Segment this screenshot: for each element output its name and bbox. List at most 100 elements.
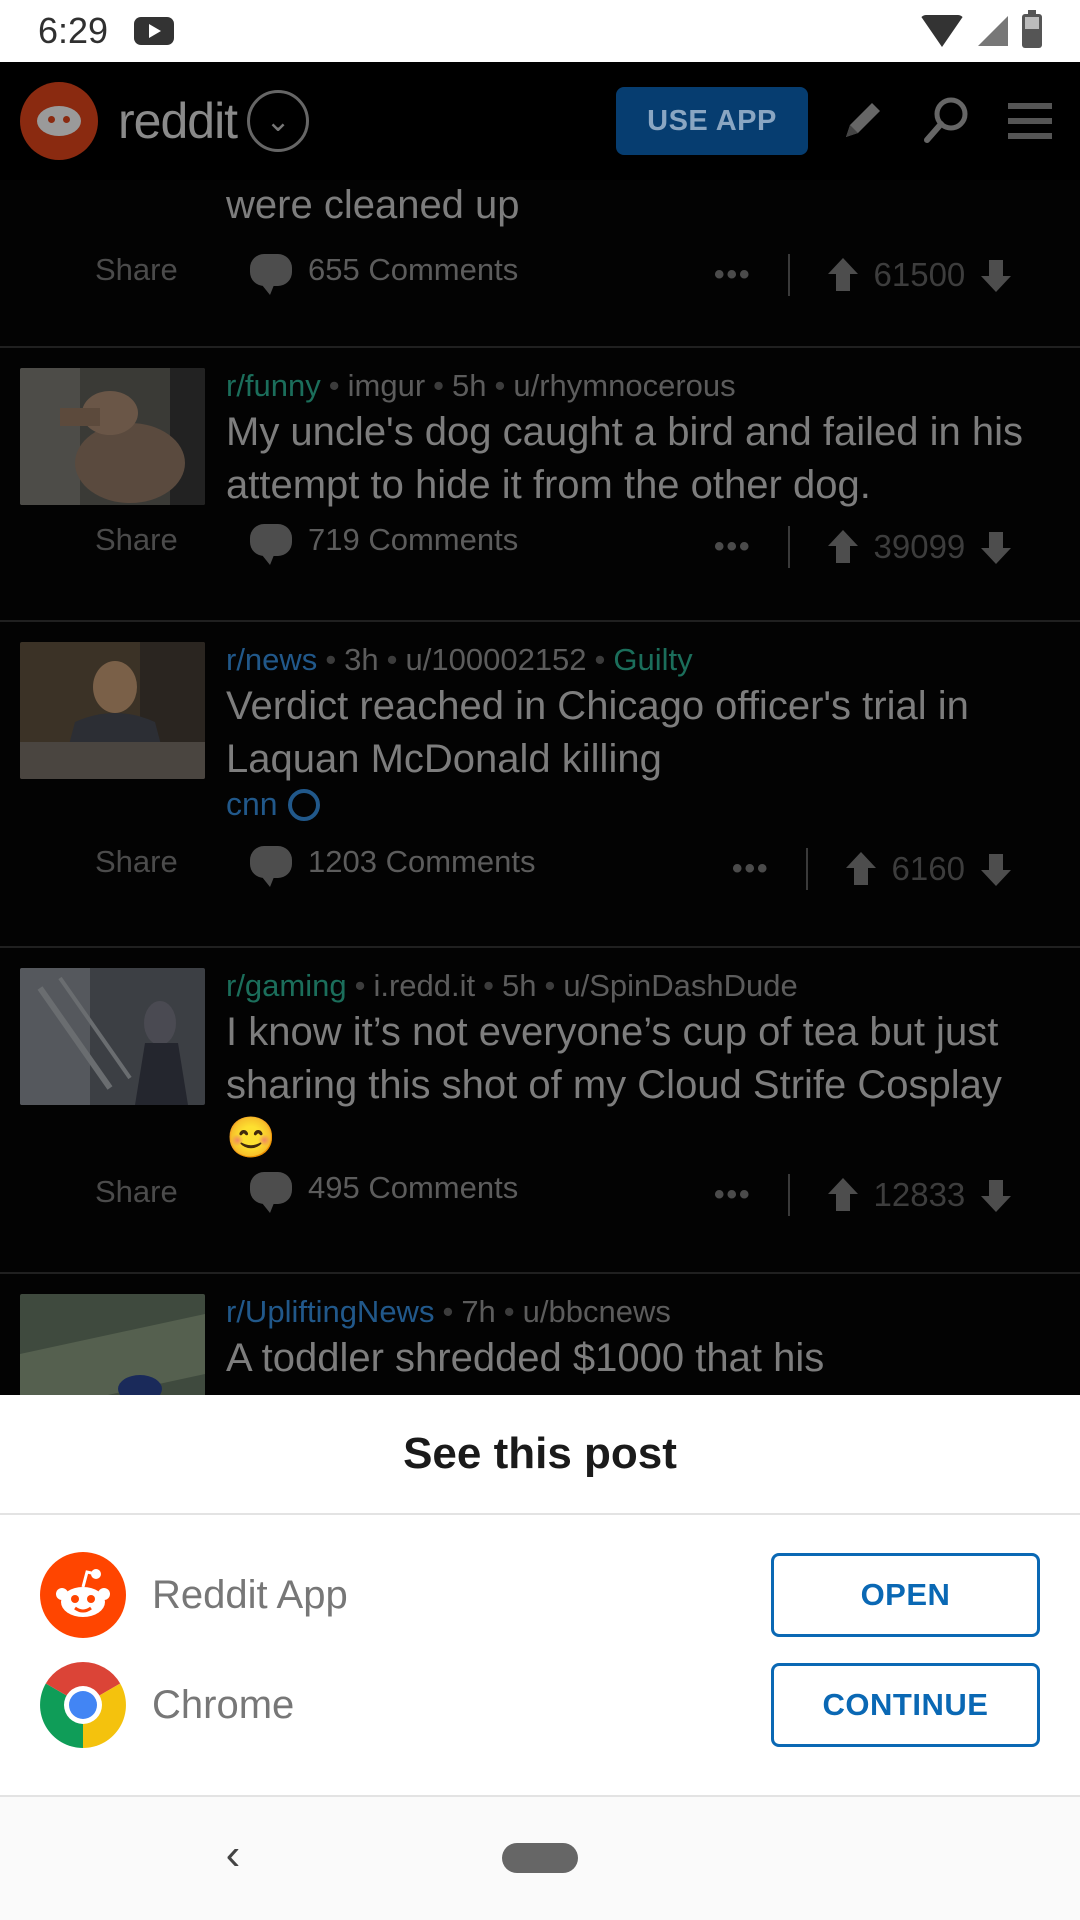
youtube-notification-icon [134, 17, 175, 45]
subreddit-link[interactable]: r/gaming [226, 968, 347, 1003]
post-age: 5h [502, 968, 537, 1003]
post-card[interactable]: r/funny • imgur • 5h • u/rhymnocerous My uncle… [0, 348, 1080, 622]
downvote-icon[interactable] [979, 852, 1013, 886]
home-pill[interactable] [502, 1843, 578, 1873]
share-button[interactable]: Share [95, 1174, 178, 1210]
post-actions: Share 1203 Comments ••• 6160 [0, 844, 1080, 894]
sheet-option-reddit-app[interactable]: Reddit App OPEN [0, 1540, 1080, 1650]
downvote-icon[interactable] [979, 530, 1013, 564]
downvote-icon[interactable] [979, 258, 1013, 292]
external-link[interactable]: cnn [226, 786, 320, 823]
divider [787, 1174, 790, 1216]
vote-controls: ••• 61500 [714, 254, 1013, 296]
use-app-button[interactable]: USE APP [616, 87, 808, 155]
comment-icon [250, 254, 292, 295]
score: 6160 [891, 850, 965, 887]
wifi-icon [920, 15, 964, 47]
comment-icon [250, 524, 292, 565]
post-age: 7h [461, 1294, 496, 1329]
post-age: 5h [452, 368, 487, 403]
app-name: Reddit App [152, 1572, 348, 1617]
post-actions: Share 719 Comments ••• 39099 [0, 522, 1080, 572]
more-options-icon[interactable]: ••• [732, 852, 770, 886]
subreddit-link[interactable]: r/UpliftingNews [226, 1294, 434, 1329]
post-author[interactable]: u/bbcnews [523, 1294, 671, 1329]
post-title[interactable]: A toddler shredded $1000 that his [226, 1332, 1046, 1385]
open-with-sheet: See this post Reddit App OPEN Chrome CON… [0, 1395, 1080, 1795]
subreddit-link[interactable]: r/news [226, 642, 317, 677]
comments-link[interactable]: 1203 Comments [250, 844, 536, 887]
post-title[interactable]: I know it’s not everyone’s cup of tea bu… [226, 1006, 1046, 1165]
vote-controls: ••• 12833 [714, 1174, 1013, 1216]
post-age: 3h [344, 642, 379, 677]
menu-icon[interactable] [1000, 91, 1060, 151]
downvote-icon[interactable] [979, 1178, 1013, 1212]
upvote-icon[interactable] [826, 530, 860, 564]
post-domain: i.redd.it [373, 968, 476, 1003]
score: 12833 [873, 1176, 966, 1213]
post-meta: r/news • 3h • u/100002152 • Guilty [226, 642, 693, 677]
comments-count: 719 Comments [308, 522, 519, 557]
comments-count: 655 Comments [308, 252, 519, 287]
post-meta: r/funny • imgur • 5h • u/rhymnocerous [226, 368, 736, 403]
post-title[interactable]: were cleaned up [226, 183, 520, 228]
screen: 6:29 reddit ⌄ USE APP were cleaned up Sh… [0, 0, 1080, 1920]
share-button[interactable]: Share [95, 844, 178, 880]
post-title[interactable]: Verdict reached in Chicago officer's tri… [226, 680, 1046, 786]
post-thumbnail[interactable] [20, 1294, 205, 1395]
post-card[interactable]: r/UpliftingNews • 7h • u/bbcnews A toddler s… [0, 1274, 1080, 1395]
more-options-icon[interactable]: ••• [714, 1178, 752, 1212]
chevron-down-icon[interactable]: ⌄ [247, 90, 310, 152]
more-options-icon[interactable]: ••• [714, 530, 752, 564]
upvote-icon[interactable] [844, 852, 878, 886]
post-card[interactable]: were cleaned up Share 655 Comments ••• 6… [0, 180, 1080, 348]
link-domain: cnn [226, 786, 278, 822]
post-meta: r/UpliftingNews • 7h • u/bbcnews [226, 1294, 671, 1329]
system-nav-bar: ‹ [0, 1795, 1080, 1920]
post-card[interactable]: r/news • 3h • u/100002152 • Guilty Verdict rea… [0, 622, 1080, 948]
comments-link[interactable]: 655 Comments [250, 252, 519, 295]
continue-button[interactable]: CONTINUE [771, 1663, 1040, 1747]
reddit-app-icon [40, 1552, 126, 1638]
comments-count: 1203 Comments [308, 844, 536, 879]
external-link-icon [287, 789, 320, 821]
comments-link[interactable]: 719 Comments [250, 522, 519, 565]
pencil-icon[interactable] [832, 91, 892, 151]
post-thumbnail[interactable] [20, 642, 205, 779]
open-button[interactable]: OPEN [771, 1553, 1040, 1637]
sheet-title: See this post [0, 1395, 1080, 1515]
post-actions: Share 655 Comments ••• 61500 [0, 248, 1080, 298]
back-icon[interactable]: ‹ [208, 1825, 258, 1885]
reddit-logo-icon[interactable] [20, 82, 98, 160]
upvote-icon[interactable] [826, 258, 860, 292]
comments-count: 495 Comments [308, 1170, 519, 1205]
search-icon[interactable] [916, 91, 976, 151]
page-backdrop: reddit ⌄ USE APP were cleaned up Share 6… [0, 62, 1080, 1395]
post-actions: Share 495 Comments ••• 12833 [0, 1170, 1080, 1220]
reddit-wordmark[interactable]: reddit [118, 92, 238, 150]
post-author[interactable]: u/100002152 [406, 642, 587, 677]
post-flair: Guilty [613, 642, 693, 677]
app-name: Chrome [152, 1682, 295, 1727]
post-thumbnail[interactable] [20, 968, 205, 1105]
comment-icon [250, 1172, 292, 1213]
battery-icon [1022, 10, 1042, 48]
divider [805, 848, 808, 890]
more-options-icon[interactable]: ••• [714, 258, 752, 292]
divider [787, 254, 790, 296]
share-button[interactable]: Share [95, 522, 178, 558]
status-icons [920, 10, 1042, 48]
comments-link[interactable]: 495 Comments [250, 1170, 519, 1213]
post-domain: imgur [347, 368, 426, 403]
post-thumbnail[interactable] [20, 368, 205, 505]
share-button[interactable]: Share [95, 252, 178, 288]
sheet-option-chrome[interactable]: Chrome CONTINUE [0, 1650, 1080, 1760]
post-author[interactable]: u/rhymnocerous [513, 368, 735, 403]
subreddit-link[interactable]: r/funny [226, 368, 321, 403]
status-bar: 6:29 [0, 0, 1080, 62]
vote-controls: ••• 6160 [732, 848, 1013, 890]
post-card[interactable]: r/gaming • i.redd.it • 5h • u/SpinDashDude I k… [0, 948, 1080, 1274]
post-author[interactable]: u/SpinDashDude [563, 968, 797, 1003]
upvote-icon[interactable] [826, 1178, 860, 1212]
post-title[interactable]: My uncle's dog caught a bird and failed … [226, 406, 1046, 512]
